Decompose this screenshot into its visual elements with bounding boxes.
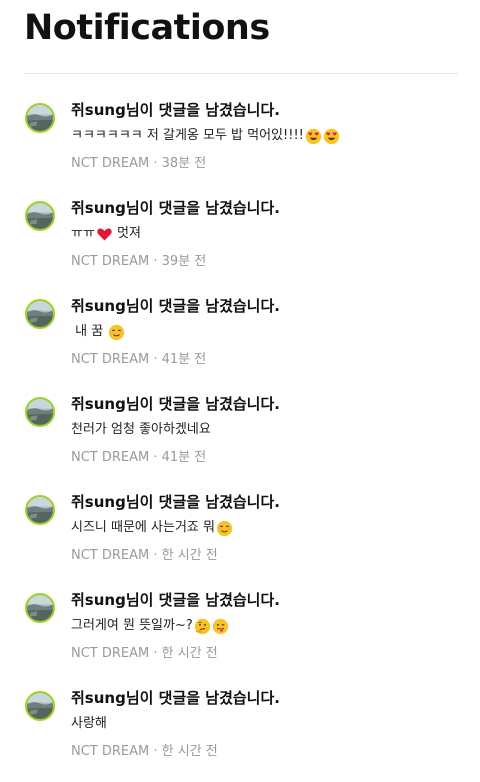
- notification-meta: NCT DREAM · 한 시간 전: [71, 645, 460, 663]
- group-name[interactable]: NCT DREAM: [71, 352, 149, 367]
- tongue-wink-emoji-icon: [212, 618, 229, 635]
- comment-preview: ㅋㅋㅋㅋㅋㅋ 저 갈게옹 모두 밥 먹어있!!!!: [71, 126, 460, 146]
- comment-text: 천러가 엄청 좋아하겠네요: [71, 422, 211, 437]
- heart-eyes-emoji-icon: [305, 128, 322, 145]
- notification-item[interactable]: 쥐sung님이 댓글을 남겼습니다. ㅋㅋㅋㅋㅋㅋ 저 갈게옹 모두 밥 먹어있!…: [0, 96, 480, 194]
- group-name[interactable]: NCT DREAM: [71, 548, 149, 563]
- thinking-emoji-icon: [194, 618, 211, 635]
- smiling-blush-emoji-icon: [108, 324, 125, 341]
- notification-meta: NCT DREAM · 한 시간 전: [71, 547, 460, 565]
- notification-headline: 쥐sung님이 댓글을 남겼습니다.: [71, 395, 280, 413]
- page-title: Notifications: [24, 8, 270, 48]
- timestamp: 한 시간 전: [161, 646, 218, 661]
- notification-item[interactable]: 쥐sung님이 댓글을 남겼습니다. 천러가 엄청 좋아하겠네요 NCT DREAM…: [0, 390, 480, 488]
- comment-preview: 사랑해: [71, 714, 460, 734]
- notification-headline: 쥐sung님이 댓글을 남겼습니다.: [71, 591, 280, 609]
- timestamp: 한 시간 전: [161, 548, 218, 563]
- notification-meta: NCT DREAM · 한 시간 전: [71, 743, 460, 761]
- notification-meta: NCT DREAM · 41분 전: [71, 351, 460, 369]
- comment-preview: 내 꿈: [71, 322, 460, 342]
- header-divider: [24, 73, 458, 74]
- avatar[interactable]: [25, 299, 55, 329]
- notification-item[interactable]: 쥐sung님이 댓글을 남겼습니다. 내 꿈 NCT DREAM · 41분 전: [0, 292, 480, 390]
- notification-meta: NCT DREAM · 41분 전: [71, 449, 460, 467]
- notification-headline: 쥐sung님이 댓글을 남겼습니다.: [71, 689, 280, 707]
- notification-meta: NCT DREAM · 38분 전: [71, 155, 460, 173]
- red-heart-emoji-icon: [96, 226, 113, 243]
- group-name[interactable]: NCT DREAM: [71, 156, 149, 171]
- comment-text: 내 꿈: [71, 324, 108, 339]
- timestamp: 41분 전: [161, 352, 207, 367]
- notification-text: 쥐sung님이 댓글을 남겼습니다. 그러게여 뭔 뜻일까~? NCT DREAM …: [71, 590, 460, 663]
- group-name[interactable]: NCT DREAM: [71, 450, 149, 465]
- meta-separator: ·: [149, 254, 162, 269]
- group-name[interactable]: NCT DREAM: [71, 254, 149, 269]
- meta-separator: ·: [149, 744, 162, 759]
- comment-text: ㅋㅋㅋㅋㅋㅋ 저 갈게옹 모두 밥 먹어있!!!!: [71, 128, 304, 143]
- heart-eyes-emoji-icon: [323, 128, 340, 145]
- meta-separator: ·: [149, 548, 162, 563]
- meta-separator: ·: [149, 646, 162, 661]
- notification-item[interactable]: 쥐sung님이 댓글을 남겼습니다. ㅠㅠ 멋져 NCT DREAM · 39분 전: [0, 194, 480, 292]
- comment-preview: 시즈니 때문에 사는거죠 뭐: [71, 518, 460, 538]
- comment-text: 사랑해: [71, 716, 107, 731]
- comment-text: 그러게여 뭔 뜻일까~?: [71, 618, 193, 633]
- notification-text: 쥐sung님이 댓글을 남겼습니다. 내 꿈 NCT DREAM · 41분 전: [71, 296, 460, 369]
- notification-text: 쥐sung님이 댓글을 남겼습니다. 천러가 엄청 좋아하겠네요 NCT DREAM…: [71, 394, 460, 467]
- group-name[interactable]: NCT DREAM: [71, 646, 149, 661]
- notifications-page: Notifications 쥐sung님이 댓글을 남겼습니다. ㅋㅋㅋㅋㅋㅋ 저…: [0, 0, 480, 762]
- notification-list: 쥐sung님이 댓글을 남겼습니다. ㅋㅋㅋㅋㅋㅋ 저 갈게옹 모두 밥 먹어있!…: [0, 96, 480, 782]
- comment-preview: 천러가 엄청 좋아하겠네요: [71, 420, 460, 440]
- comment-text: 시즈니 때문에 사는거죠 뭐: [71, 520, 215, 535]
- timestamp: 41분 전: [161, 450, 207, 465]
- notification-text: 쥐sung님이 댓글을 남겼습니다. 시즈니 때문에 사는거죠 뭐 NCT DREA…: [71, 492, 460, 565]
- group-name[interactable]: NCT DREAM: [71, 744, 149, 759]
- avatar[interactable]: [25, 691, 55, 721]
- notification-headline: 쥐sung님이 댓글을 남겼습니다.: [71, 101, 280, 119]
- notification-item[interactable]: 쥐sung님이 댓글을 남겼습니다. 시즈니 때문에 사는거죠 뭐 NCT DREA…: [0, 488, 480, 586]
- notification-item[interactable]: 쥐sung님이 댓글을 남겼습니다. 그러게여 뭔 뜻일까~? NCT DREAM …: [0, 586, 480, 684]
- comment-preview: 그러게여 뭔 뜻일까~?: [71, 616, 460, 636]
- notification-text: 쥐sung님이 댓글을 남겼습니다. ㅋㅋㅋㅋㅋㅋ 저 갈게옹 모두 밥 먹어있!…: [71, 100, 460, 173]
- comment-preview: ㅠㅠ 멋져: [71, 224, 460, 244]
- smiling-blush-emoji-icon: [216, 520, 233, 537]
- notification-meta: NCT DREAM · 39분 전: [71, 253, 460, 271]
- comment-text: ㅠㅠ: [71, 226, 95, 241]
- avatar[interactable]: [25, 397, 55, 427]
- notification-headline: 쥐sung님이 댓글을 남겼습니다.: [71, 493, 280, 511]
- notification-text: 쥐sung님이 댓글을 남겼습니다. ㅠㅠ 멋져 NCT DREAM · 39분 전: [71, 198, 460, 271]
- notification-text: 쥐sung님이 댓글을 남겼습니다. 사랑해 NCT DREAM · 한 시간 전: [71, 688, 460, 761]
- timestamp: 38분 전: [161, 156, 207, 171]
- avatar[interactable]: [25, 593, 55, 623]
- notification-headline: 쥐sung님이 댓글을 남겼습니다.: [71, 297, 280, 315]
- notification-item[interactable]: 쥐sung님이 댓글을 남겼습니다. 사랑해 NCT DREAM · 한 시간 전: [0, 684, 480, 782]
- comment-text-after: 멋져: [112, 226, 141, 241]
- avatar[interactable]: [25, 495, 55, 525]
- meta-separator: ·: [149, 450, 162, 465]
- avatar[interactable]: [25, 103, 55, 133]
- avatar[interactable]: [25, 201, 55, 231]
- timestamp: 한 시간 전: [161, 744, 218, 759]
- meta-separator: ·: [149, 156, 162, 171]
- notification-headline: 쥐sung님이 댓글을 남겼습니다.: [71, 199, 280, 217]
- meta-separator: ·: [149, 352, 162, 367]
- timestamp: 39분 전: [161, 254, 207, 269]
